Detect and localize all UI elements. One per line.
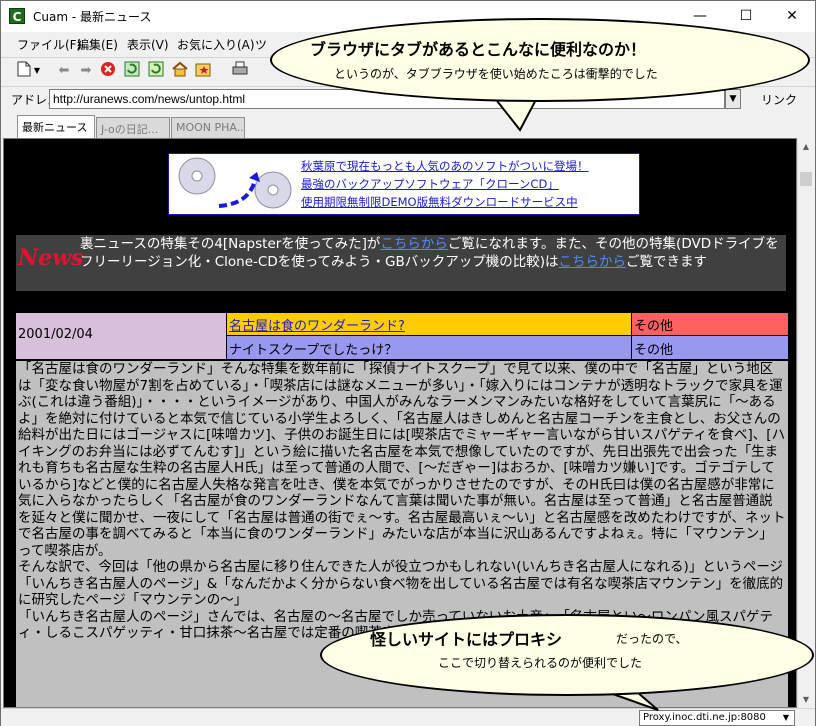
refresh-all-icon[interactable]	[145, 61, 167, 81]
other-features-link[interactable]: こちらから	[559, 254, 627, 270]
vertical-scrollbar[interactable]: ▲ ▼	[797, 138, 814, 708]
callout-tabs	[270, 18, 810, 102]
article-category: その他	[632, 336, 788, 359]
cd-clone-art	[178, 157, 292, 209]
ad-banner[interactable]: 秋葉原で現在もっとも人気のあのソフトがついに登場！ 最強のバックアップソフトウェ…	[168, 153, 640, 215]
scroll-up-icon[interactable]: ▲	[798, 138, 814, 155]
article-date: 2001/02/04	[16, 313, 226, 359]
status-bar: Proxy.inoc.dti.ne.jp:8080 ▼	[1, 708, 815, 726]
callout-tabs-subtitle: というのが、タブブラウザを使い始めたころは衝撃的でした	[334, 67, 658, 81]
news-logo: News	[18, 245, 84, 271]
forward-icon[interactable]: ➡	[75, 61, 97, 81]
scroll-thumb[interactable]	[800, 172, 812, 186]
tab-latest-news[interactable]: 最新ニュース	[17, 115, 95, 138]
article-header: 2001/02/04 名古屋は食のワンダーランド? その他 ナイトスクープでした…	[16, 313, 788, 359]
news-text-part: 裏ニュースの特集その4[Napsterを使ってみた]が	[80, 236, 381, 252]
banner-line[interactable]: 秋葉原で現在もっとも人気のあのソフトがついに登場！	[301, 158, 589, 174]
news-text-part: ご覧できます	[626, 254, 708, 270]
tab-moon-phase[interactable]: MOON PHA...	[171, 117, 245, 138]
maximize-button[interactable]: ☐	[723, 1, 769, 32]
callout-proxy-subtitle: ここで切り替えられるのが便利でした	[438, 656, 643, 670]
close-button[interactable]: ✕	[769, 1, 815, 32]
news-text: 裏ニュースの特集その4[Napsterを使ってみた]がこちらからご覧になれます。…	[80, 235, 780, 271]
scroll-down-icon[interactable]: ▼	[798, 691, 814, 708]
browser-window: C Cuam - 最新ニュース — ☐ ✕ ファイル(F) 編集(E) 表示(V…	[0, 0, 816, 726]
favorites-icon[interactable]	[193, 61, 215, 81]
print-icon[interactable]	[229, 61, 251, 81]
address-dropdown-icon[interactable]: ▼	[725, 89, 741, 109]
menu-tools[interactable]: ツ	[255, 36, 267, 53]
feature-link[interactable]: こちらから	[380, 236, 448, 252]
callout-proxy-title: 怪しいサイトにはプロキシ	[370, 630, 563, 649]
refresh-icon[interactable]	[121, 61, 143, 81]
stop-icon[interactable]	[97, 61, 119, 81]
window-title: Cuam - 最新ニュース	[33, 10, 152, 24]
home-icon[interactable]	[169, 61, 191, 81]
banner-line[interactable]: 最強のバックアップソフトウェア「クローンCD」	[301, 176, 559, 192]
article-category: その他	[632, 313, 788, 335]
app-icon: C	[9, 8, 25, 24]
menu-file[interactable]: ファイル(F)	[17, 36, 81, 53]
proxy-dropdown-icon[interactable]: ▼	[779, 711, 793, 724]
menu-view[interactable]: 表示(V)	[127, 36, 169, 53]
article-title-link[interactable]: 名古屋は食のワンダーランド?	[227, 313, 631, 335]
banner-line[interactable]: 使用期限無制限DEMO版無料ダウンロードサービス中	[301, 194, 578, 210]
menu-edit[interactable]: 編集(E)	[77, 36, 118, 53]
news-announcement: News 裏ニュースの特集その4[Napsterを使ってみた]がこちらからご覧に…	[16, 235, 786, 291]
article-subtitle: ナイトスクープでしたっけ？	[227, 336, 631, 359]
back-icon[interactable]: ⬅	[53, 61, 75, 81]
tab-jo-diary[interactable]: J-oの日記...	[96, 117, 170, 138]
callout-proxy-suffix: だったので、	[616, 632, 688, 646]
dropdown-icon[interactable]: ▼	[31, 61, 43, 81]
menu-favorites[interactable]: お気に入り(A)	[177, 36, 255, 53]
tab-bar: 最新ニュース J-oの日記... MOON PHA...	[1, 114, 815, 138]
links-button[interactable]: リンク	[761, 91, 797, 108]
callout-tabs-title: ブラウザにタブがあるとこんなに便利なのか！	[310, 40, 647, 59]
